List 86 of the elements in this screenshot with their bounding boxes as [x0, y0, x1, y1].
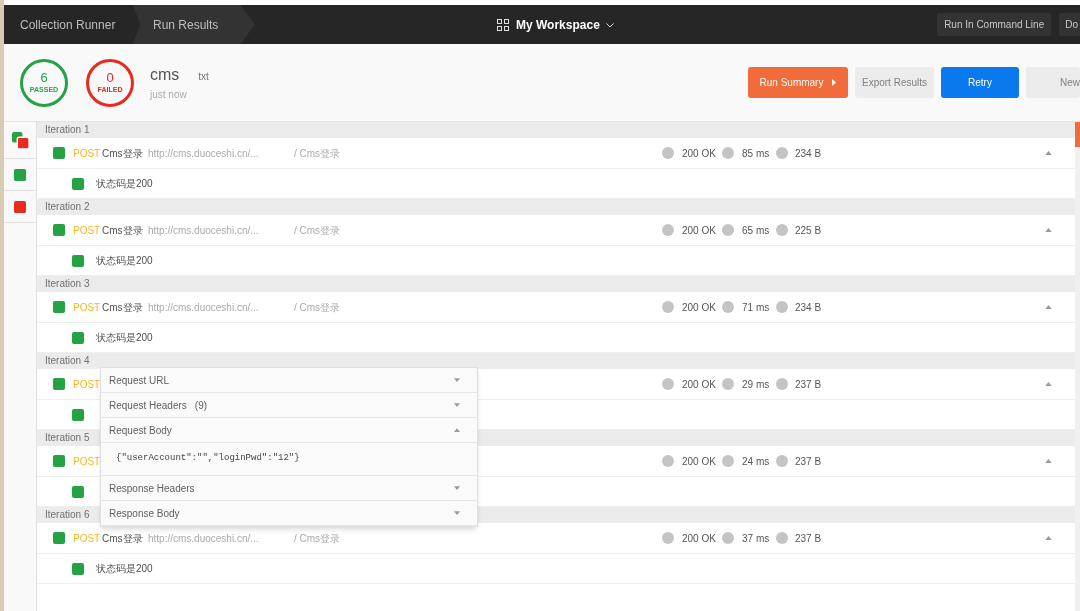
- request-method: POST: [73, 454, 102, 469]
- passed-filter-icon[interactable]: [14, 168, 26, 181]
- request-method: POST: [73, 146, 102, 161]
- request-path: / Cms登录: [294, 531, 341, 546]
- section-header[interactable]: Request Headers (9): [101, 393, 477, 418]
- failed-filter-icon[interactable]: [14, 200, 26, 213]
- request-path: / Cms登录: [294, 146, 341, 161]
- section-header[interactable]: Response Headers: [101, 476, 477, 501]
- collection-name: cms: [150, 65, 180, 85]
- request-body-code: {"userAccount":"","loginPwd":"12"}: [101, 443, 477, 476]
- request-method: POST: [73, 531, 102, 546]
- collapse-caret-icon[interactable]: [1045, 536, 1052, 540]
- scrollbar-thumb[interactable]: [1075, 122, 1080, 147]
- collapse-caret-icon[interactable]: [1045, 305, 1052, 309]
- section-title: Request URL: [109, 373, 170, 388]
- test-name: 状态码是200: [96, 254, 153, 268]
- request-method: POST: [73, 223, 102, 238]
- collapse-caret-icon[interactable]: [1045, 151, 1052, 155]
- request-url: http://cms.duoceshi.cn/...: [148, 531, 260, 546]
- request-name: Cms登录: [102, 146, 144, 161]
- response-status: 200 OK: [682, 377, 717, 392]
- response-size: 237 B: [795, 454, 822, 469]
- request-status-icon: [53, 532, 65, 544]
- response-time: 65 ms: [742, 223, 771, 238]
- header-count: (9): [194, 398, 208, 413]
- request-name: Cms登录: [102, 531, 144, 546]
- response-size: 234 B: [795, 146, 822, 161]
- request-path: / Cms登录: [294, 300, 341, 315]
- run-time: just now: [150, 88, 188, 102]
- response-status: 200 OK: [682, 531, 717, 546]
- response-time: 37 ms: [742, 531, 771, 546]
- action-button[interactable]: Export Results: [855, 67, 934, 98]
- response-time: 71 ms: [742, 300, 771, 315]
- request-name: Cms登录: [102, 300, 144, 315]
- request-method: POST: [73, 377, 102, 392]
- grid-icon: [497, 19, 509, 31]
- response-time: 24 ms: [742, 454, 771, 469]
- section-header[interactable]: Request URL: [101, 368, 477, 393]
- section-title: Request Headers: [109, 398, 187, 413]
- response-status: 200 OK: [682, 223, 717, 238]
- response-size: 225 B: [795, 223, 822, 238]
- test-name: 状态码是200: [96, 331, 153, 345]
- all-results-filter-icon[interactable]: [11, 131, 29, 149]
- play-arrow-icon: [832, 79, 837, 86]
- action-button[interactable]: Retry: [941, 67, 1019, 98]
- iteration-header: Iteration 4: [37, 353, 1075, 369]
- section-header[interactable]: Response Body: [101, 501, 477, 526]
- request-status-icon: [53, 224, 65, 236]
- response-status: 200 OK: [682, 454, 717, 469]
- response-size: 234 B: [795, 300, 822, 315]
- iteration-header: Iteration 2: [37, 199, 1075, 215]
- request-url: http://cms.duoceshi.cn/...: [148, 223, 260, 238]
- request-status-icon: [53, 455, 65, 467]
- toolbar-button[interactable]: Run In Command Line: [937, 13, 1052, 36]
- response-status: 200 OK: [682, 146, 717, 161]
- breadcrumb-tab[interactable]: Run Results: [133, 5, 255, 44]
- request-url: http://cms.duoceshi.cn/...: [148, 146, 260, 161]
- test-name: 状态码是200: [96, 177, 153, 191]
- test-name: 状态码是200: [96, 562, 153, 576]
- workspace-dropdown[interactable]: My Workspace: [516, 16, 614, 34]
- action-button[interactable]: New: [1026, 67, 1080, 98]
- request-status-icon: [53, 147, 65, 159]
- response-time: 29 ms: [742, 377, 771, 392]
- section-title: Response Headers: [109, 481, 195, 496]
- section-header[interactable]: Request Body: [101, 418, 477, 443]
- response-time: 85 ms: [742, 146, 771, 161]
- environment-label: txt: [198, 70, 209, 84]
- iteration-header: Iteration 1: [37, 122, 1075, 138]
- request-name: Cms登录: [102, 223, 144, 238]
- response-size: 237 B: [795, 377, 822, 392]
- request-status-icon: [53, 301, 65, 313]
- chevron-down-icon: [605, 22, 614, 28]
- counter-value: 6: [40, 71, 48, 85]
- iteration-header: Iteration 3: [37, 276, 1075, 292]
- collapse-caret-icon[interactable]: [1045, 459, 1052, 463]
- response-size: 237 B: [795, 531, 822, 546]
- counter-value: 0: [106, 71, 114, 85]
- collapse-caret-icon[interactable]: [1045, 382, 1052, 386]
- response-status: 200 OK: [682, 300, 717, 315]
- request-url: http://cms.duoceshi.cn/...: [148, 300, 260, 315]
- request-status-icon: [53, 378, 65, 390]
- request-method: POST: [73, 300, 102, 315]
- section-title: Response Body: [109, 506, 180, 521]
- collapse-caret-icon[interactable]: [1045, 228, 1052, 232]
- toolbar-button[interactable]: Do: [1059, 13, 1080, 36]
- request-path: / Cms登录: [294, 223, 341, 238]
